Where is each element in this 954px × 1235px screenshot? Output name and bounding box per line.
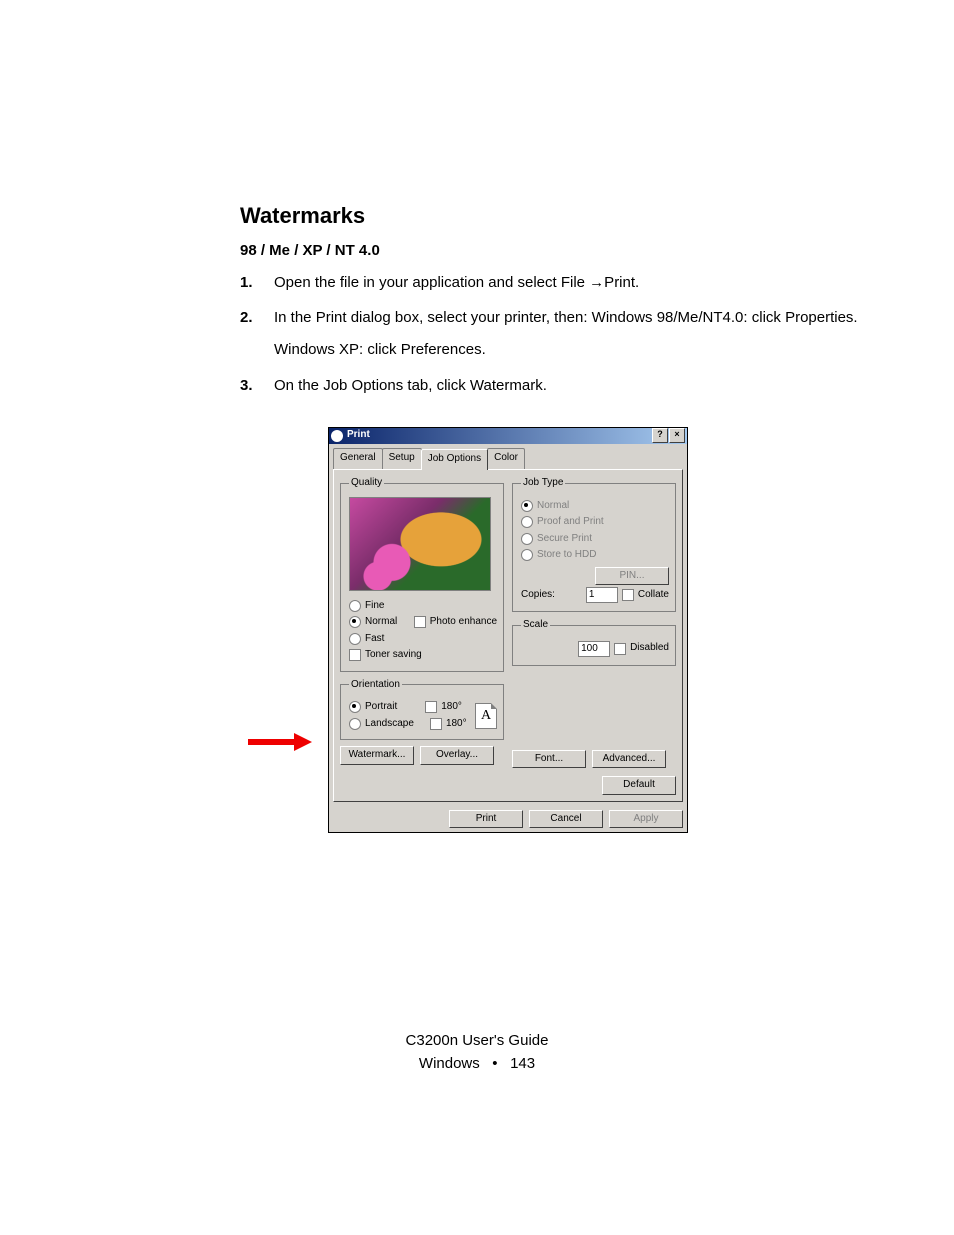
apply-button[interactable]: Apply (609, 810, 683, 829)
orientation-group: Orientation Portrait 180° Landscape (340, 678, 504, 741)
default-button[interactable]: Default (602, 776, 676, 795)
footer-page-number: 143 (510, 1055, 535, 1072)
copies-input[interactable]: 1 (586, 587, 618, 603)
label-jt-store: Store to HDD (537, 548, 596, 563)
advanced-button[interactable]: Advanced... (592, 750, 666, 769)
page-heading: Watermarks (240, 200, 864, 232)
check-180a[interactable] (425, 701, 437, 713)
copies-label: Copies: (521, 588, 555, 603)
label-jt-proof: Proof and Print (537, 515, 604, 530)
check-photo-enhance[interactable] (414, 616, 426, 628)
label-jt-secure: Secure Print (537, 532, 592, 547)
step-text: On the Job Options tab, click Watermark. (274, 375, 547, 397)
page-subheading: 98 / Me / XP / NT 4.0 (240, 240, 864, 262)
scale-legend: Scale (521, 618, 550, 633)
check-scale-disabled[interactable] (614, 643, 626, 655)
radio-jt-store[interactable] (521, 549, 533, 561)
radio-jt-proof[interactable] (521, 516, 533, 528)
label-180b: 180° (446, 717, 467, 732)
step-number: 3. (240, 375, 274, 407)
footer-bullet: • (492, 1055, 497, 1072)
radio-jt-secure[interactable] (521, 533, 533, 545)
radio-jt-normal[interactable] (521, 500, 533, 512)
radio-normal[interactable] (349, 616, 361, 628)
cancel-button[interactable]: Cancel (529, 810, 603, 829)
watermark-button[interactable]: Watermark... (340, 746, 414, 765)
label-180a: 180° (441, 700, 462, 715)
quality-group: Quality Fine Normal Photo enhance Fast T… (340, 476, 504, 672)
step-text: In the Print dialog box, select your pri… (274, 307, 858, 329)
tab-general[interactable]: General (333, 448, 383, 470)
dialog-title: Print (347, 428, 370, 443)
check-toner-saving[interactable] (349, 649, 361, 661)
close-button[interactable]: × (669, 428, 685, 443)
steps-list: 1. Open the file in your application and… (240, 272, 864, 407)
radio-fast[interactable] (349, 633, 361, 645)
radio-fine[interactable] (349, 600, 361, 612)
label-fine: Fine (365, 599, 384, 614)
label-fast: Fast (365, 632, 384, 647)
red-arrow-icon (248, 733, 316, 751)
step-2: 2. In the Print dialog box, select your … (240, 307, 864, 371)
print-dialog: Print ? × General Setup Job Options Colo… (328, 427, 688, 834)
step-number: 2. (240, 307, 274, 371)
label-normal: Normal (365, 615, 397, 630)
pin-button[interactable]: PIN... (595, 567, 669, 586)
step-text: Windows XP: click Preferences. (274, 339, 858, 361)
label-collate: Collate (638, 588, 669, 603)
footer-section: Windows (419, 1055, 480, 1072)
help-button[interactable]: ? (652, 428, 668, 443)
label-jt-normal: Normal (537, 499, 569, 514)
tab-job-options[interactable]: Job Options (421, 449, 488, 471)
footer-line1: C3200n User's Guide (0, 1030, 954, 1053)
titlebar: Print ? × (329, 428, 687, 444)
font-button[interactable]: Font... (512, 750, 586, 769)
step-number: 1. (240, 272, 274, 304)
orientation-preview-icon: A (475, 703, 497, 729)
check-180b[interactable] (430, 718, 442, 730)
check-collate[interactable] (622, 589, 634, 601)
overlay-button[interactable]: Overlay... (420, 746, 494, 765)
print-button[interactable]: Print (449, 810, 523, 829)
tab-strip: General Setup Job Options Color (329, 444, 687, 470)
app-icon (331, 430, 343, 442)
step-3: 3. On the Job Options tab, click Waterma… (240, 375, 864, 407)
orientation-legend: Orientation (349, 678, 402, 693)
label-landscape: Landscape (365, 717, 414, 732)
scale-group: Scale 100 Disabled (512, 618, 676, 666)
jobtype-group: Job Type Normal Proof and Print Secure P… (512, 476, 676, 612)
label-portrait: Portrait (365, 700, 397, 715)
step-text: Open the file in your application and se… (274, 272, 639, 294)
step-1: 1. Open the file in your application and… (240, 272, 864, 304)
tab-color[interactable]: Color (487, 448, 525, 470)
scale-input[interactable]: 100 (578, 641, 610, 657)
quality-legend: Quality (349, 476, 384, 491)
label-toner-saving: Toner saving (365, 648, 422, 663)
label-photo-enhance: Photo enhance (430, 615, 497, 630)
quality-preview-image (349, 497, 491, 591)
jobtype-legend: Job Type (521, 476, 565, 491)
label-scale-disabled: Disabled (630, 641, 669, 656)
tab-setup[interactable]: Setup (382, 448, 422, 470)
radio-portrait[interactable] (349, 701, 361, 713)
page-footer: C3200n User's Guide Windows • 143 (0, 1030, 954, 1075)
radio-landscape[interactable] (349, 718, 361, 730)
